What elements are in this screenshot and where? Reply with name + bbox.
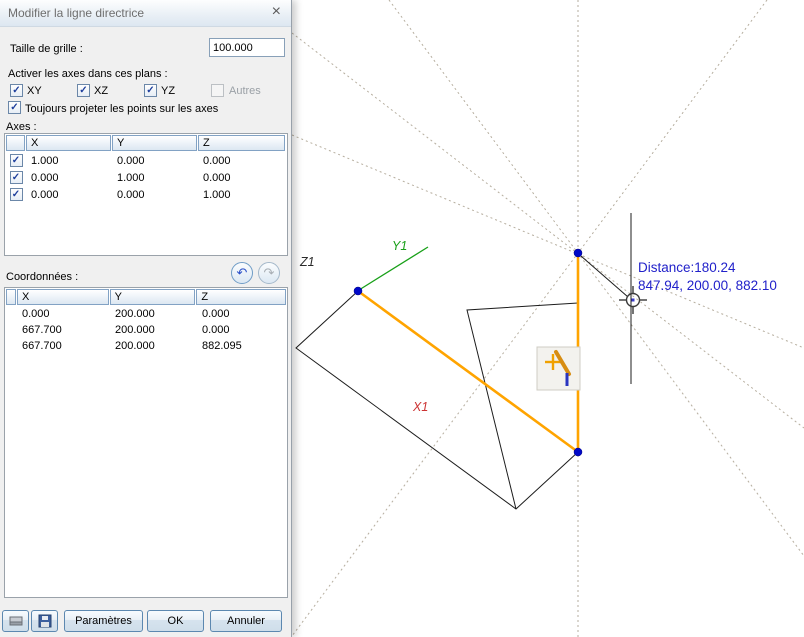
axes-table: X Y Z ✓ 1.000 0.000 0.000 ✓ 0.000 1.000 … bbox=[4, 133, 288, 256]
plane-yz-label: YZ bbox=[161, 85, 176, 97]
point-handle bbox=[573, 447, 583, 457]
axes-row[interactable]: ✓ 0.000 0.000 1.000 bbox=[5, 186, 287, 203]
coord-cell-z[interactable]: 0.000 bbox=[197, 324, 285, 336]
coord-header-z: Z bbox=[196, 289, 286, 305]
project-points-checkbox[interactable]: ✓ bbox=[8, 101, 21, 114]
axis-enabled-checkbox[interactable]: ✓ bbox=[9, 171, 23, 184]
axes-header-y: Y bbox=[112, 135, 197, 151]
coordinates-label: Coordonnées : bbox=[6, 271, 79, 283]
axes-cell-x[interactable]: 1.000 bbox=[26, 155, 112, 167]
load-button[interactable] bbox=[2, 610, 29, 632]
planes-label: Activer les axes dans ces plans : bbox=[8, 68, 168, 80]
axes-table-header: X Y Z bbox=[5, 134, 287, 152]
coord-cell-x[interactable]: 0.000 bbox=[17, 308, 110, 320]
ok-button[interactable]: OK bbox=[147, 610, 204, 632]
pick-tool-icon bbox=[536, 346, 581, 391]
axes-header-z: Z bbox=[198, 135, 285, 151]
plane-xz-label: XZ bbox=[94, 85, 109, 97]
axes-row[interactable]: ✓ 1.000 0.000 0.000 bbox=[5, 152, 287, 169]
undo-button[interactable]: ↶ bbox=[231, 262, 253, 284]
axis-enabled-checkbox[interactable]: ✓ bbox=[9, 188, 23, 201]
plane-autres-checkbox bbox=[211, 84, 224, 97]
dialog-titlebar[interactable]: Modifier la ligne directrice × bbox=[0, 0, 291, 27]
parameters-button[interactable]: Paramètres bbox=[64, 610, 143, 632]
coord-header-x: X bbox=[16, 289, 109, 305]
grid-size-label: Taille de grille : bbox=[10, 43, 83, 55]
axes-cell-z[interactable]: 0.000 bbox=[198, 155, 286, 167]
load-icon bbox=[9, 616, 22, 626]
coord-cell-z[interactable]: 882.095 bbox=[197, 340, 285, 352]
x1-axis-label: X1 bbox=[412, 400, 428, 414]
point-handle bbox=[573, 248, 583, 258]
axes-cell-x[interactable]: 0.000 bbox=[26, 189, 112, 201]
grid-size-input[interactable] bbox=[209, 38, 285, 57]
distance-tooltip: Distance:180.24 bbox=[638, 260, 736, 275]
axes-cell-y[interactable]: 1.000 bbox=[112, 172, 198, 184]
modify-guideline-dialog: Modifier la ligne directrice × Taille de… bbox=[0, 0, 292, 637]
axes-cell-z[interactable]: 0.000 bbox=[198, 172, 286, 184]
axes-label: Axes : bbox=[6, 121, 37, 133]
cancel-button[interactable]: Annuler bbox=[210, 610, 282, 632]
axes-header-x: X bbox=[26, 135, 111, 151]
construction-grid-lines bbox=[291, 0, 804, 637]
project-points-label: Toujours projeter les points sur les axe… bbox=[25, 103, 219, 115]
coordinate-row[interactable]: 0.000 200.000 0.000 bbox=[5, 306, 287, 322]
app-window: Y1 Z1 X1 Distance:180.24 847.94, 200.00,… bbox=[0, 0, 804, 637]
coord-cell-z[interactable]: 0.000 bbox=[197, 308, 285, 320]
coordinates-tooltip: 847.94, 200.00, 882.10 bbox=[638, 278, 777, 293]
save-button[interactable] bbox=[31, 610, 58, 632]
plane-xz-checkbox[interactable]: ✓ bbox=[77, 84, 90, 97]
coordinates-table-header: X Y Z bbox=[5, 288, 287, 306]
axes-cell-z[interactable]: 1.000 bbox=[198, 189, 286, 201]
redo-button[interactable]: ↷ bbox=[258, 262, 280, 284]
coord-cell-y[interactable]: 200.000 bbox=[110, 308, 197, 320]
coord-cell-x[interactable]: 667.700 bbox=[17, 324, 110, 336]
axis-enabled-checkbox[interactable]: ✓ bbox=[9, 154, 23, 167]
coordinate-row[interactable]: 667.700 200.000 882.095 bbox=[5, 338, 287, 354]
save-icon bbox=[38, 614, 51, 628]
redo-icon: ↷ bbox=[263, 265, 275, 280]
z1-axis-label: Z1 bbox=[299, 255, 315, 269]
close-icon[interactable]: × bbox=[272, 3, 281, 21]
y-axis-line bbox=[358, 246, 429, 291]
coord-header-y: Y bbox=[109, 289, 196, 305]
coordinates-table: X Y Z 0.000 200.000 0.000 667.700 200.00… bbox=[4, 287, 288, 598]
coord-header-blank bbox=[6, 289, 16, 305]
coord-cell-y[interactable]: 200.000 bbox=[110, 340, 197, 352]
y1-axis-label: Y1 bbox=[392, 239, 407, 253]
point-handle bbox=[353, 286, 363, 296]
plane-autres-label: Autres bbox=[229, 85, 261, 97]
plane-xy-checkbox[interactable]: ✓ bbox=[10, 84, 23, 97]
dialog-title: Modifier la ligne directrice bbox=[8, 6, 145, 20]
coord-cell-x[interactable]: 667.700 bbox=[17, 340, 110, 352]
axes-cell-y[interactable]: 0.000 bbox=[112, 189, 198, 201]
axes-cell-y[interactable]: 0.000 bbox=[112, 155, 198, 167]
axes-row[interactable]: ✓ 0.000 1.000 0.000 bbox=[5, 169, 287, 186]
coord-cell-y[interactable]: 200.000 bbox=[110, 324, 197, 336]
plane-xy-label: XY bbox=[27, 85, 42, 97]
undo-icon: ↶ bbox=[236, 265, 248, 280]
plane-yz-checkbox[interactable]: ✓ bbox=[144, 84, 157, 97]
axes-cell-x[interactable]: 0.000 bbox=[26, 172, 112, 184]
axes-header-blank bbox=[6, 135, 25, 151]
coordinate-row[interactable]: 667.700 200.000 0.000 bbox=[5, 322, 287, 338]
